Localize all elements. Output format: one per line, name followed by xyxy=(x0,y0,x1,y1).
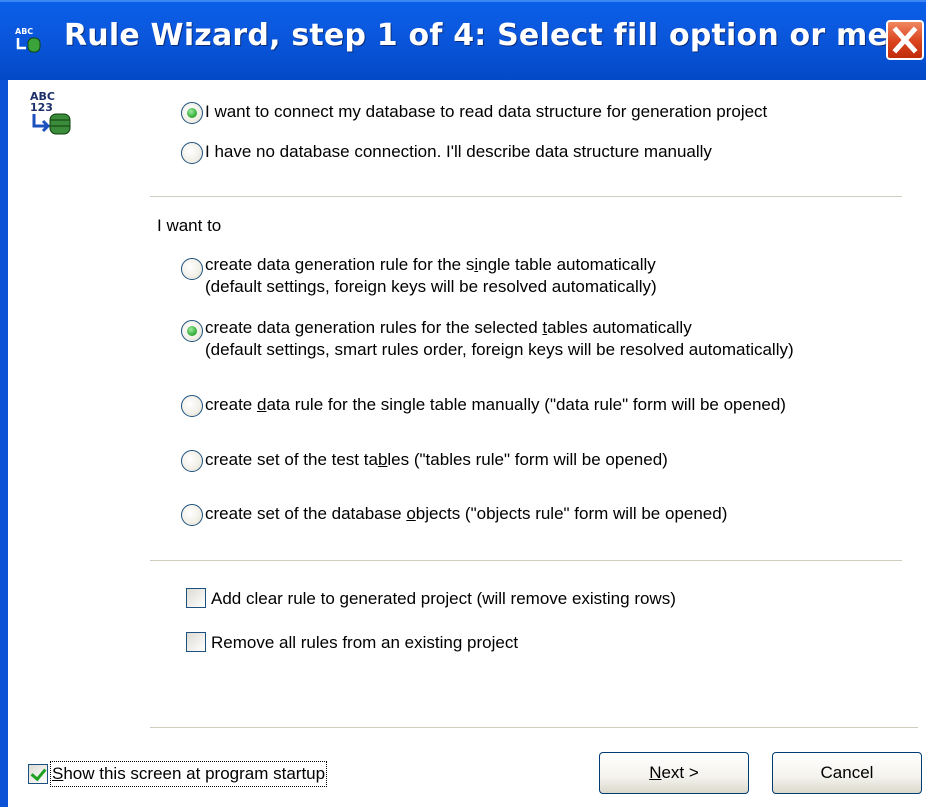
close-button[interactable] xyxy=(886,20,924,60)
next-button[interactable]: Next > xyxy=(599,752,749,794)
show-at-startup-checkbox[interactable] xyxy=(28,764,48,784)
radio-selected-tables-auto-label[interactable]: create data generation rules for the sel… xyxy=(205,317,692,339)
separator xyxy=(150,560,902,561)
radio-selected-tables-auto[interactable] xyxy=(181,320,203,342)
title-bar[interactable]: ABC Rule Wizard, step 1 of 4: Select fil… xyxy=(0,0,926,80)
svg-text:123: 123 xyxy=(30,101,53,114)
radio-database-objects[interactable] xyxy=(181,504,203,526)
radio-connect-database[interactable] xyxy=(181,102,203,124)
wizard-database-icon: ABC xyxy=(15,27,41,53)
window-frame xyxy=(0,80,8,807)
remove-all-rules-label[interactable]: Remove all rules from an existing projec… xyxy=(211,632,518,654)
radio-no-database[interactable] xyxy=(181,142,203,164)
add-clear-rule-label[interactable]: Add clear rule to generated project (wil… xyxy=(211,588,676,610)
radio-test-tables-label[interactable]: create set of the test tables ("tables r… xyxy=(205,449,668,471)
wizard-body xyxy=(8,80,926,807)
cancel-button[interactable]: Cancel xyxy=(772,752,922,794)
radio-connect-database-label[interactable]: I want to connect my database to read da… xyxy=(205,101,767,123)
radio-data-rule-manual[interactable] xyxy=(181,395,203,417)
remove-all-rules-checkbox[interactable] xyxy=(186,632,206,652)
window-title: Rule Wizard, step 1 of 4: Select fill op… xyxy=(64,18,923,53)
close-x-icon xyxy=(892,26,918,54)
separator xyxy=(150,196,902,197)
separator xyxy=(150,727,918,728)
radio-data-rule-manual-label[interactable]: create data rule for the single table ma… xyxy=(205,394,786,416)
radio-no-database-label[interactable]: I have no database connection. I'll desc… xyxy=(205,141,712,163)
show-at-startup-label[interactable]: Show this screen at program startup xyxy=(49,761,328,787)
abc-123-database-icon: ABC 123 xyxy=(30,90,71,135)
radio-single-table-auto-desc: (default settings, foreign keys will be … xyxy=(205,277,657,296)
radio-database-objects-label[interactable]: create set of the database objects ("obj… xyxy=(205,503,727,525)
radio-test-tables[interactable] xyxy=(181,450,203,472)
svg-text:ABC: ABC xyxy=(15,27,33,36)
i-want-to-heading: I want to xyxy=(157,216,222,235)
radio-single-table-auto-label[interactable]: create data generation rule for the sing… xyxy=(205,254,656,276)
radio-single-table-auto[interactable] xyxy=(181,258,203,280)
add-clear-rule-checkbox[interactable] xyxy=(186,588,206,608)
radio-selected-tables-auto-desc: (default settings, smart rules order, fo… xyxy=(205,340,794,359)
